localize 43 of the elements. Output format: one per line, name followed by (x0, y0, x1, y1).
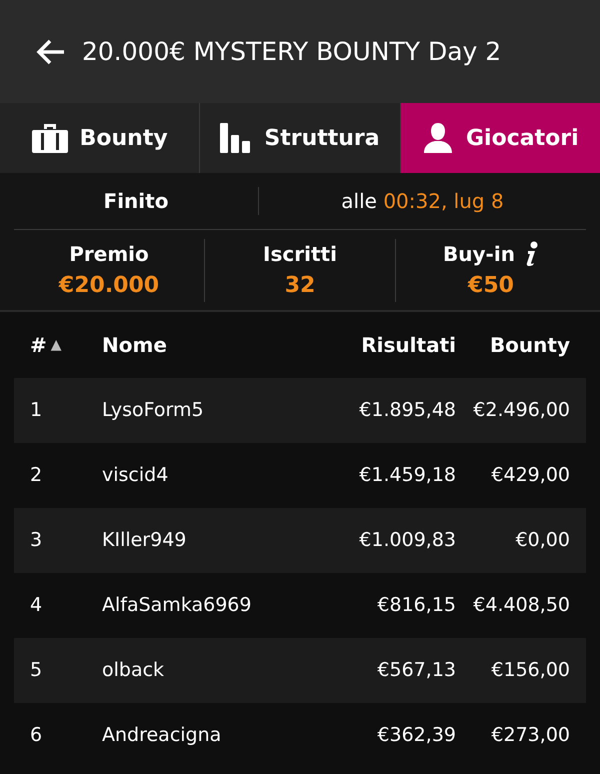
rank-cell-text: 6 (29, 723, 44, 748)
bounty-cell-text: €156,00 (490, 658, 571, 684)
name-cell-text: AlfaSamka6969 (102, 593, 252, 618)
rank-cell-text: 3 (29, 528, 44, 554)
result-cell-text: €816,15 (376, 593, 456, 618)
bounty-cell-text: €2.496,00 (472, 398, 571, 424)
rank-cell-text: 2 (29, 463, 44, 488)
rank-cell-text: 4 (29, 593, 44, 618)
page-title: 20.000€ MYSTERY BOUNTY Day 2 (82, 36, 502, 68)
briefcase-icon (32, 122, 68, 154)
tab[interactable]: Giocatori (400, 103, 600, 173)
back-arrow-icon[interactable] (36, 38, 66, 66)
bounty-cell-text: €429,00 (490, 463, 571, 488)
sort-indicator: ▲ (50, 336, 62, 354)
result-cell-text: €362,39 (376, 723, 456, 748)
column-header[interactable]: Bounty (456, 330, 586, 360)
name-cell-text: LysoForm5 (102, 398, 205, 424)
column-header[interactable]: # (30, 330, 47, 360)
result-cell-text: €567,13 (376, 658, 456, 684)
stat-label: Premio (69, 240, 149, 268)
stat-value: €50 (468, 272, 514, 300)
stat-label: Buy-in (443, 240, 515, 268)
column-header[interactable]: Nome (102, 330, 302, 360)
name-cell-text: KIller949 (102, 528, 188, 554)
end-time: alle 00:32, lug 8 (340, 188, 505, 215)
stat-label: Iscritti (263, 240, 337, 268)
name-cell-text: viscid4 (102, 463, 170, 488)
rank-cell-text: 5 (29, 658, 44, 684)
bar-chart-icon (220, 123, 252, 153)
user-icon (422, 122, 454, 154)
bounty-cell-text: €4.408,50 (472, 593, 571, 618)
name-cell-text: Andreacigna (102, 723, 222, 748)
stat-value: 32 (284, 272, 316, 300)
result-cell-text: €1.895,48 (358, 398, 456, 424)
bounty-cell-text: €273,00 (490, 723, 571, 748)
stat-value: €20.000 (58, 272, 160, 300)
bounty-cell-text: €0,00 (514, 528, 571, 554)
result-cell-text: €1.459,18 (358, 463, 456, 488)
column-header[interactable]: Risultati (302, 330, 456, 360)
name-cell-text: olback (102, 658, 166, 684)
status-label: Finito (102, 188, 170, 215)
result-cell-text: €1.009,83 (358, 528, 456, 554)
rank-cell-text: 1 (29, 398, 44, 424)
